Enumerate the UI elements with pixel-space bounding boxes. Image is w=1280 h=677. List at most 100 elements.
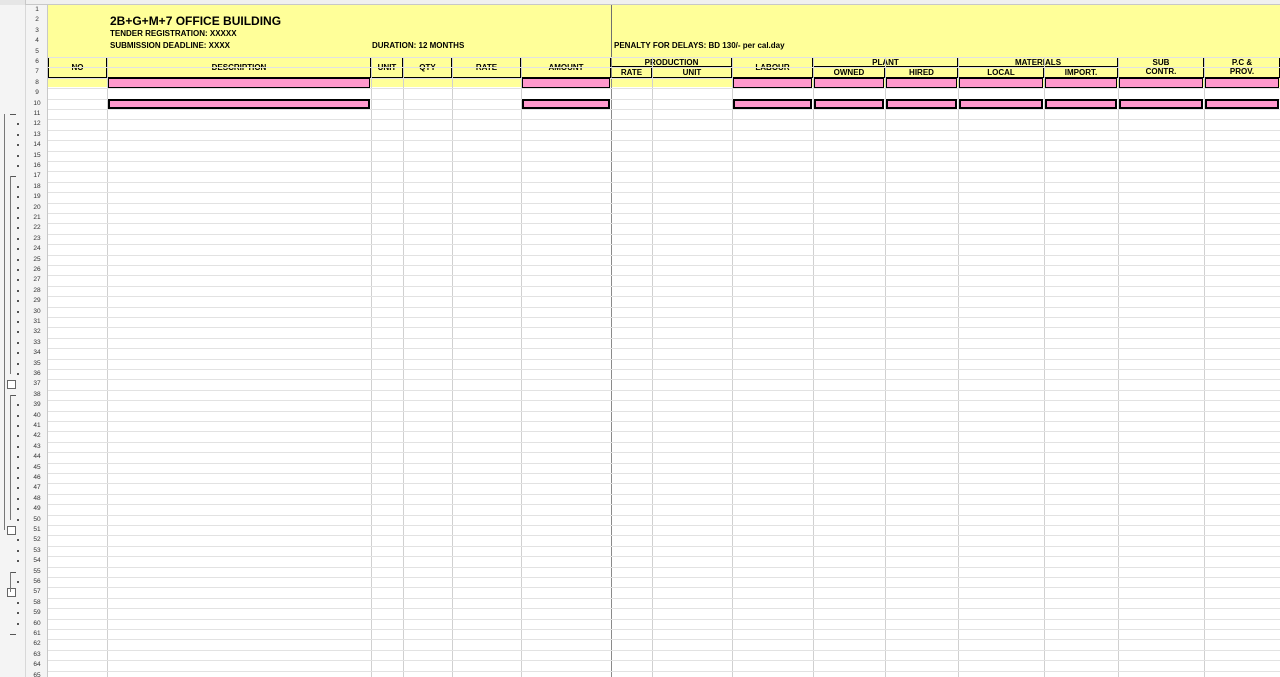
cell-rate[interactable]	[455, 473, 518, 484]
header-import[interactable]: IMPORT.	[1044, 67, 1118, 78]
row-number[interactable]: 14	[26, 140, 48, 151]
cell-local[interactable]	[961, 442, 1041, 453]
cell-qty[interactable]	[406, 463, 449, 474]
cell-desc[interactable]	[110, 379, 368, 390]
cell-hired[interactable]	[888, 296, 955, 307]
cell-desc[interactable]	[110, 442, 368, 453]
row-number[interactable]: 33	[26, 338, 48, 349]
cell-unit[interactable]	[374, 463, 400, 474]
cell-desc[interactable]	[110, 431, 368, 442]
cell-amount[interactable]	[524, 577, 608, 588]
cell-rate[interactable]	[455, 442, 518, 453]
cell-desc[interactable]	[110, 99, 368, 110]
header-prod-rate[interactable]: RATE	[611, 67, 652, 78]
row-number[interactable]: 12	[26, 119, 48, 130]
cell-hired[interactable]	[888, 463, 955, 474]
row-number[interactable]: 15	[26, 151, 48, 162]
cell-qty[interactable]	[406, 483, 449, 494]
row-number[interactable]: 26	[26, 265, 48, 276]
cell-qty[interactable]	[406, 619, 449, 630]
cell-unit[interactable]	[374, 296, 400, 307]
cell-no[interactable]	[51, 379, 104, 390]
row-number[interactable]: 44	[26, 452, 48, 463]
cell-unit[interactable]	[374, 265, 400, 276]
cell-rate[interactable]	[455, 515, 518, 526]
cell-owned[interactable]	[816, 99, 882, 110]
row-number[interactable]: 3	[26, 26, 48, 37]
cell-desc[interactable]	[110, 140, 368, 151]
cell-prate[interactable]	[611, 244, 648, 255]
row-number[interactable]: 65	[26, 671, 48, 677]
cell-sub[interactable]	[1121, 99, 1201, 110]
outline-collapse-box[interactable]	[7, 588, 16, 598]
spreadsheet[interactable]: 2B+G+M+7 OFFICE BUILDING TENDER REGISTRA…	[0, 0, 1280, 677]
cell-unit[interactable]	[374, 483, 400, 494]
cell-rate[interactable]	[455, 577, 518, 588]
cell-desc[interactable]	[110, 452, 368, 463]
header-owned[interactable]: OWNED	[813, 67, 885, 78]
cell-rate[interactable]	[455, 421, 518, 432]
cell-rate[interactable]	[455, 161, 518, 172]
cell-rate[interactable]	[455, 286, 518, 297]
cell-qty[interactable]	[406, 379, 449, 390]
cell-desc[interactable]	[110, 192, 368, 203]
cell-amount[interactable]	[524, 379, 608, 390]
cell-qty[interactable]	[406, 265, 449, 276]
page-title[interactable]: 2B+G+M+7 OFFICE BUILDING	[110, 13, 281, 29]
cell-desc[interactable]	[110, 577, 368, 588]
cell-pc[interactable]	[1207, 78, 1277, 89]
cell-prate[interactable]	[611, 223, 648, 234]
cell-amount[interactable]	[524, 483, 608, 494]
cell-desc[interactable]	[110, 234, 368, 245]
cell-rate[interactable]	[455, 619, 518, 630]
tender-registration[interactable]: TENDER REGISTRATION: XXXXX	[110, 29, 237, 40]
cell-desc[interactable]	[110, 161, 368, 172]
cell-unit[interactable]	[374, 213, 400, 224]
cell-amount[interactable]	[524, 473, 608, 484]
cell-qty[interactable]	[406, 494, 449, 505]
cell-qty[interactable]	[406, 223, 449, 234]
cell-rate[interactable]	[455, 463, 518, 474]
cell-qty[interactable]	[406, 275, 449, 286]
row-number[interactable]: 38	[26, 390, 48, 401]
cell-qty[interactable]	[406, 473, 449, 484]
cell-desc[interactable]	[110, 327, 368, 338]
row-number[interactable]: 39	[26, 400, 48, 411]
cell-unit[interactable]	[374, 515, 400, 526]
row-number[interactable]: 52	[26, 535, 48, 546]
row-number[interactable]: 10	[26, 99, 48, 110]
row-number[interactable]: 35	[26, 359, 48, 370]
row-number[interactable]: 22	[26, 223, 48, 234]
cell-punit[interactable]	[655, 431, 729, 442]
cell-unit[interactable]	[374, 338, 400, 349]
cell-qty[interactable]	[406, 307, 449, 318]
header-sub-contr[interactable]: CONTR.	[1118, 67, 1204, 78]
cell-qty[interactable]	[406, 577, 449, 588]
cell-qty[interactable]	[406, 255, 449, 266]
row-number[interactable]: 4	[26, 36, 48, 47]
cell-rate[interactable]	[455, 379, 518, 390]
cell-qty[interactable]	[406, 359, 449, 370]
cell-punit[interactable]	[655, 244, 729, 255]
cell-imp[interactable]	[1047, 78, 1115, 89]
cell-pc[interactable]	[1207, 99, 1277, 110]
row-number[interactable]: 6	[26, 57, 48, 68]
cell-amount[interactable]	[524, 223, 608, 234]
row-number[interactable]: 5	[26, 47, 48, 58]
cell-rate[interactable]	[455, 203, 518, 214]
cell-amount[interactable]	[524, 452, 608, 463]
cell-desc[interactable]	[110, 411, 368, 422]
cell-hired[interactable]	[888, 223, 955, 234]
cell-unit[interactable]	[374, 327, 400, 338]
header-prov[interactable]: PROV.	[1204, 67, 1280, 78]
duration[interactable]: DURATION: 12 MONTHS	[372, 41, 464, 52]
cell-amount[interactable]	[524, 317, 608, 328]
header-materials[interactable]: MATERIALS	[958, 57, 1118, 68]
header-prod-unit[interactable]: UNIT	[652, 67, 732, 78]
cell-amount[interactable]	[524, 494, 608, 505]
cell-desc[interactable]	[110, 515, 368, 526]
row-number[interactable]: 57	[26, 587, 48, 598]
cell-rate[interactable]	[455, 431, 518, 442]
row-number[interactable]: 55	[26, 567, 48, 578]
row-number[interactable]: 60	[26, 619, 48, 630]
